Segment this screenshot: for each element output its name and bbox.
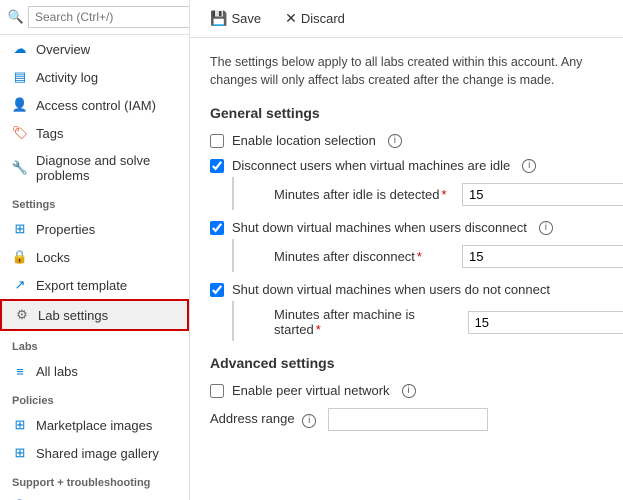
minutes-started-required: *	[316, 322, 321, 337]
minutes-started-field: Minutes after machine is started*	[274, 307, 623, 337]
minutes-disconnect-required: *	[417, 249, 422, 264]
advanced-settings-title: Advanced settings	[210, 355, 603, 371]
shutdown-no-connect-setting: Shut down virtual machines when users do…	[210, 282, 603, 341]
minutes-started-label: Minutes after machine is started*	[274, 307, 460, 337]
search-bar: 🔍 »	[0, 0, 189, 35]
sidebar-item-marketplace-images-label: Marketplace images	[36, 418, 152, 433]
discard-button[interactable]: ✕ Discard	[281, 8, 349, 29]
sidebar-item-activity-log-label: Activity log	[36, 70, 98, 85]
disconnect-users-setting: Disconnect users when virtual machines a…	[210, 158, 603, 210]
disconnect-users-info-icon: i	[522, 159, 536, 173]
all-labs-icon: ≡	[12, 363, 28, 379]
sidebar-item-diagnose-label: Diagnose and solve problems	[36, 153, 177, 183]
enable-peer-network-checkbox[interactable]	[210, 384, 224, 398]
general-settings-title: General settings	[210, 105, 603, 121]
sidebar-item-lab-settings-label: Lab settings	[38, 308, 108, 323]
enable-location-setting: Enable location selection i	[210, 133, 603, 148]
gear-icon: ⚙	[14, 307, 30, 323]
discard-label: Discard	[301, 11, 345, 26]
minutes-idle-field: Minutes after idle is detected*	[274, 183, 623, 206]
sidebar-item-locks[interactable]: 🔒 Locks	[0, 243, 189, 271]
sidebar-item-shared-image-gallery[interactable]: ⊞ Shared image gallery	[0, 439, 189, 467]
sidebar-item-marketplace-images[interactable]: ⊞ Marketplace images	[0, 411, 189, 439]
sidebar: 🔍 » ☁ Overview ▤ Activity log 👤 Access c…	[0, 0, 190, 500]
disconnect-users-label: Disconnect users when virtual machines a…	[232, 158, 510, 173]
sidebar-item-shared-image-gallery-label: Shared image gallery	[36, 446, 159, 461]
minutes-disconnect-label-text: Minutes after disconnect	[274, 249, 415, 264]
sidebar-item-export-template-label: Export template	[36, 278, 127, 293]
sidebar-item-overview[interactable]: ☁ Overview	[0, 35, 189, 63]
toolbar: 💾 Save ✕ Discard	[190, 0, 623, 38]
sidebar-item-properties-label: Properties	[36, 222, 95, 237]
save-label: Save	[231, 11, 261, 26]
cloud-icon: ☁	[12, 41, 28, 57]
minutes-idle-input[interactable]	[462, 183, 623, 206]
export-icon: ↗	[12, 277, 28, 293]
person-icon: 👤	[12, 97, 28, 113]
sidebar-item-locks-label: Locks	[36, 250, 70, 265]
policies-section-label: Policies	[0, 385, 189, 411]
main-content: 💾 Save ✕ Discard The settings below appl…	[190, 0, 623, 500]
settings-section-label: Settings	[0, 189, 189, 215]
minutes-idle-label-text: Minutes after idle is detected	[274, 187, 439, 202]
address-range-label-text: Address range	[210, 411, 295, 426]
save-icon: 💾	[210, 10, 227, 27]
lock-icon: 🔒	[12, 249, 28, 265]
sidebar-item-tags-label: Tags	[36, 126, 63, 141]
sidebar-item-export-template[interactable]: ↗ Export template	[0, 271, 189, 299]
enable-peer-network-label: Enable peer virtual network	[232, 383, 390, 398]
shutdown-disconnect-label: Shut down virtual machines when users di…	[232, 220, 527, 235]
search-icon: 🔍	[8, 9, 24, 25]
enable-location-checkbox[interactable]	[210, 134, 224, 148]
minutes-idle-label: Minutes after idle is detected*	[274, 187, 454, 202]
minutes-started-label-text: Minutes after machine is started	[274, 307, 415, 337]
save-button[interactable]: 💾 Save	[206, 8, 265, 29]
enable-peer-network-info-icon: i	[402, 384, 416, 398]
sidebar-item-overview-label: Overview	[36, 42, 90, 57]
shutdown-no-connect-checkbox[interactable]	[210, 283, 224, 297]
shutdown-no-connect-label: Shut down virtual machines when users do…	[232, 282, 550, 297]
sidebar-item-diagnose[interactable]: 🔧 Diagnose and solve problems	[0, 147, 189, 189]
intro-text: The settings below apply to all labs cre…	[210, 54, 603, 89]
address-range-row: Address range i	[210, 408, 603, 431]
sidebar-item-properties[interactable]: ⊞ Properties	[0, 215, 189, 243]
minutes-disconnect-input[interactable]	[462, 245, 623, 268]
minutes-idle-required: *	[441, 187, 446, 202]
sidebar-item-activity-log[interactable]: ▤ Activity log	[0, 63, 189, 91]
minutes-disconnect-field: Minutes after disconnect*	[274, 245, 623, 268]
properties-icon: ⊞	[12, 221, 28, 237]
sidebar-item-access-control[interactable]: 👤 Access control (IAM)	[0, 91, 189, 119]
search-input[interactable]	[28, 6, 190, 28]
address-range-input[interactable]	[328, 408, 488, 431]
address-range-info-icon: i	[302, 414, 316, 428]
wrench-icon: 🔧	[12, 160, 28, 176]
sidebar-item-lab-settings[interactable]: ⚙ Lab settings	[0, 299, 189, 331]
enable-location-info-icon: i	[388, 134, 402, 148]
shutdown-disconnect-setting: Shut down virtual machines when users di…	[210, 220, 603, 272]
sidebar-item-all-labs-label: All labs	[36, 364, 78, 379]
minutes-disconnect-label: Minutes after disconnect*	[274, 249, 454, 264]
shutdown-disconnect-info-icon: i	[539, 221, 553, 235]
marketplace-icon: ⊞	[12, 417, 28, 433]
shutdown-disconnect-checkbox[interactable]	[210, 221, 224, 235]
support-section-label: Support + troubleshooting	[0, 467, 189, 493]
disconnect-users-checkbox[interactable]	[210, 159, 224, 173]
minutes-started-input[interactable]	[468, 311, 623, 334]
content-area: The settings below apply to all labs cre…	[190, 38, 623, 455]
discard-icon: ✕	[285, 10, 297, 27]
tag-icon: 🏷	[12, 125, 28, 141]
gallery-icon: ⊞	[12, 445, 28, 461]
enable-location-label: Enable location selection	[232, 133, 376, 148]
sidebar-item-access-control-label: Access control (IAM)	[36, 98, 156, 113]
enable-peer-network-setting: Enable peer virtual network i	[210, 383, 603, 398]
list-icon: ▤	[12, 69, 28, 85]
sidebar-item-tags[interactable]: 🏷 Tags	[0, 119, 189, 147]
labs-section-label: Labs	[0, 331, 189, 357]
address-range-label: Address range i	[210, 411, 320, 428]
sidebar-item-internal-support[interactable]: 👤 Internal support	[0, 493, 189, 500]
sidebar-item-all-labs[interactable]: ≡ All labs	[0, 357, 189, 385]
